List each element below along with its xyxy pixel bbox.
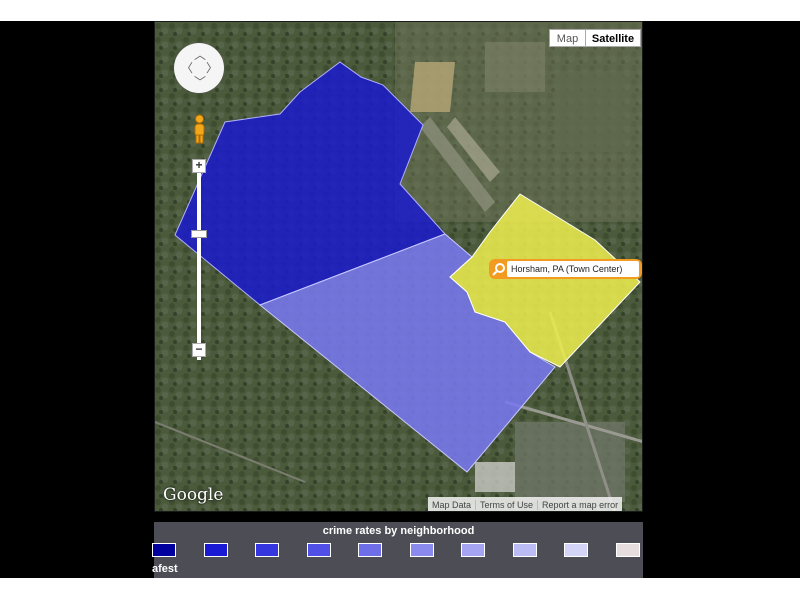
map-viewport[interactable]: Map Satellite ︿ ﹀ 〈 〉 + − Horsham, PA (T… (154, 21, 643, 512)
marker-label: Horsham, PA (Town Center) (507, 261, 639, 277)
legend-title: crime rates by neighborhood (322, 525, 475, 537)
legend-swatch (306, 543, 331, 557)
zoom-slider-track[interactable] (197, 172, 201, 360)
legend-swatch (461, 543, 485, 557)
bottom-white-bar (0, 578, 800, 600)
location-marker[interactable]: Horsham, PA (Town Center) (489, 259, 642, 279)
pan-left-icon[interactable]: 〈 (181, 62, 193, 74)
legend-start-label: afest (152, 563, 178, 575)
legend-swatch (615, 543, 640, 557)
zoom-slider-handle[interactable] (191, 230, 207, 238)
legend-swatch (152, 543, 176, 557)
legend: crime rates by neighborhood afest (152, 522, 643, 578)
top-white-bar (0, 0, 800, 21)
report-map-error-link[interactable]: Report a map error (538, 500, 622, 510)
pan-control-icon[interactable]: ︿ ﹀ 〈 〉 (174, 43, 224, 93)
map-type-satellite-button[interactable]: Satellite (585, 29, 641, 47)
map-attribution: Map Data Terms of Use Report a map error (428, 497, 623, 511)
map-data-link[interactable]: Map Data (428, 500, 477, 510)
legend-swatch (512, 543, 537, 557)
legend-swatch (203, 543, 228, 557)
terms-of-use-link[interactable]: Terms of Use (476, 500, 539, 510)
pan-down-icon[interactable]: ﹀ (194, 76, 206, 88)
legend-swatch (409, 543, 434, 557)
zoom-in-icon[interactable]: + (192, 159, 206, 173)
legend-swatch (564, 543, 588, 557)
pan-up-icon[interactable]: ︿ (194, 49, 206, 61)
pan-right-icon[interactable]: 〉 (206, 62, 218, 74)
legend-swatch (255, 543, 279, 557)
zoom-out-icon[interactable]: − (192, 343, 206, 357)
google-logo: Google (163, 485, 224, 505)
street-view-pegman-icon[interactable] (193, 114, 206, 144)
legend-swatch (358, 543, 382, 557)
search-marker-icon (492, 263, 505, 276)
map-type-map-button[interactable]: Map (549, 29, 586, 47)
